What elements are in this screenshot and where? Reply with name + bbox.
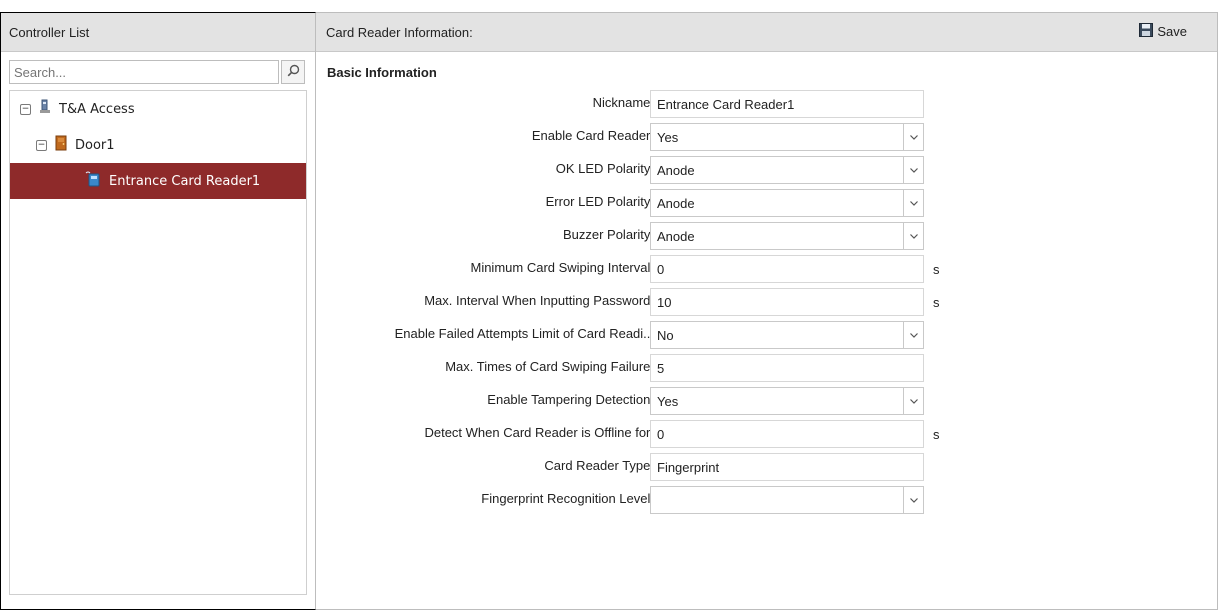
field-label: Max. Interval When Inputting Password: — [424, 293, 654, 308]
field-row-max-swiping-failure: Max. Times of Card Swiping Failure: 5 — [316, 352, 1218, 382]
unit-label: s — [933, 427, 940, 442]
field-value: 10 — [657, 294, 672, 310]
field-row-error-led-polarity: Error LED Polarity: Anode — [316, 187, 1218, 217]
field-row-buzzer-polarity: Buzzer Polarity: Anode — [316, 220, 1218, 250]
field-row-tampering-detection: Enable Tampering Detection: Yes — [316, 385, 1218, 415]
field-row-offline-detection: Detect When Card Reader is Offline for: … — [316, 418, 1218, 448]
field-label: Detect When Card Reader is Offline for: — [424, 425, 654, 440]
failed-attempts-limit-select[interactable]: No — [650, 321, 924, 349]
collapse-icon[interactable]: − — [20, 103, 31, 115]
max-interval-password-input[interactable]: 10 — [650, 288, 924, 316]
field-label: Enable Card Reader: — [531, 128, 654, 143]
tree-node-label: Door1 — [75, 137, 115, 153]
field-label: Minimum Card Swiping Interval: — [470, 260, 654, 275]
chevron-down-icon[interactable] — [903, 223, 923, 249]
section-title-basic-information: Basic Information — [327, 65, 437, 80]
nickname-input[interactable]: Entrance Card Reader1 — [650, 90, 924, 118]
panel-title: Card Reader Information: — [326, 24, 473, 40]
field-label: Buzzer Polarity: — [562, 227, 654, 242]
chevron-down-icon[interactable] — [903, 157, 923, 183]
door-icon — [55, 135, 67, 155]
field-row-ok-led-polarity: OK LED Polarity: Anode — [316, 154, 1218, 184]
save-label: Save — [1157, 24, 1187, 39]
search-button[interactable] — [281, 60, 305, 84]
controller-list-title: Controller List — [9, 24, 90, 40]
field-value: Yes — [657, 393, 679, 409]
field-value: Fingerprint — [657, 459, 720, 475]
max-swiping-failure-input[interactable]: 5 — [650, 354, 924, 382]
field-label: Error LED Polarity: — [545, 194, 654, 209]
tree-node-label: T&A Access — [59, 101, 135, 117]
save-button[interactable]: Save — [1139, 23, 1187, 40]
unit-label: s — [933, 295, 940, 310]
ok-led-polarity-select[interactable]: Anode — [650, 156, 924, 184]
field-value: Entrance Card Reader1 — [657, 96, 795, 112]
search-row — [1, 52, 315, 90]
field-label: Max. Times of Card Swiping Failure: — [445, 359, 654, 374]
controller-tree: − T&A Access − Door1 Entrance Card Reade… — [9, 90, 307, 595]
enable-card-reader-select[interactable]: Yes — [650, 123, 924, 151]
offline-detection-input[interactable]: 0 — [650, 420, 924, 448]
field-row-min-card-swiping-interval: Minimum Card Swiping Interval: 0 s — [316, 253, 1218, 283]
controller-list-header: Controller List — [1, 13, 315, 52]
collapse-icon[interactable]: − — [36, 139, 47, 151]
card-reader-info-header: Card Reader Information: Save — [316, 13, 1217, 52]
buzzer-polarity-select[interactable]: Anode — [650, 222, 924, 250]
unit-label: s — [933, 262, 940, 277]
field-row-card-reader-type: Card Reader Type: Fingerprint — [316, 451, 1218, 481]
field-label: Enable Tampering Detection: — [487, 392, 654, 407]
search-input[interactable] — [9, 60, 279, 84]
field-row-fingerprint-recognition-level: Fingerprint Recognition Level: — [316, 484, 1218, 514]
cropped-top-strip — [0, 0, 1218, 12]
chevron-down-icon[interactable] — [903, 388, 923, 414]
chevron-down-icon[interactable] — [903, 124, 923, 150]
field-value: Anode — [657, 228, 695, 244]
card-reader-icon — [85, 171, 101, 191]
field-value: Yes — [657, 129, 679, 145]
card-reader-info-panel: Card Reader Information: Save Basic Info… — [316, 12, 1218, 610]
save-icon — [1139, 23, 1157, 40]
error-led-polarity-select[interactable]: Anode — [650, 189, 924, 217]
field-label: Card Reader Type: — [544, 458, 654, 473]
field-value: No — [657, 327, 674, 343]
tree-node-entrance-card-reader1[interactable]: Entrance Card Reader1 — [10, 163, 306, 199]
field-label: Enable Failed Attempts Limit of Card Rea… — [394, 326, 654, 341]
field-value: Anode — [657, 195, 695, 211]
tree-node-label: Entrance Card Reader1 — [109, 173, 261, 189]
field-row-failed-attempts-limit: Enable Failed Attempts Limit of Card Rea… — [316, 319, 1218, 349]
field-value: 0 — [657, 426, 665, 442]
tampering-detection-select[interactable]: Yes — [650, 387, 924, 415]
chevron-down-icon[interactable] — [903, 190, 923, 216]
tree-node-door1[interactable]: − Door1 — [10, 127, 306, 163]
access-control-icon — [39, 99, 51, 119]
fingerprint-recognition-level-select[interactable] — [650, 486, 924, 514]
field-value: 0 — [657, 261, 665, 277]
tree-node-ta-access[interactable]: − T&A Access — [10, 91, 306, 127]
field-row-nickname: Nickname: Entrance Card Reader1 — [316, 88, 1218, 118]
controller-list-panel: Controller List − T&A Access — [0, 12, 316, 610]
field-row-enable-card-reader: Enable Card Reader: Yes — [316, 121, 1218, 151]
field-value: Anode — [657, 162, 695, 178]
chevron-down-icon[interactable] — [903, 487, 923, 513]
field-label: Fingerprint Recognition Level: — [481, 491, 654, 506]
min-card-swiping-interval-input[interactable]: 0 — [650, 255, 924, 283]
field-row-max-interval-password: Max. Interval When Inputting Password: 1… — [316, 286, 1218, 316]
search-icon — [287, 64, 300, 80]
field-label: OK LED Polarity: — [555, 161, 654, 176]
card-reader-type-input[interactable]: Fingerprint — [650, 453, 924, 481]
field-value: 5 — [657, 360, 665, 376]
field-label: Nickname: — [592, 95, 654, 110]
chevron-down-icon[interactable] — [903, 322, 923, 348]
